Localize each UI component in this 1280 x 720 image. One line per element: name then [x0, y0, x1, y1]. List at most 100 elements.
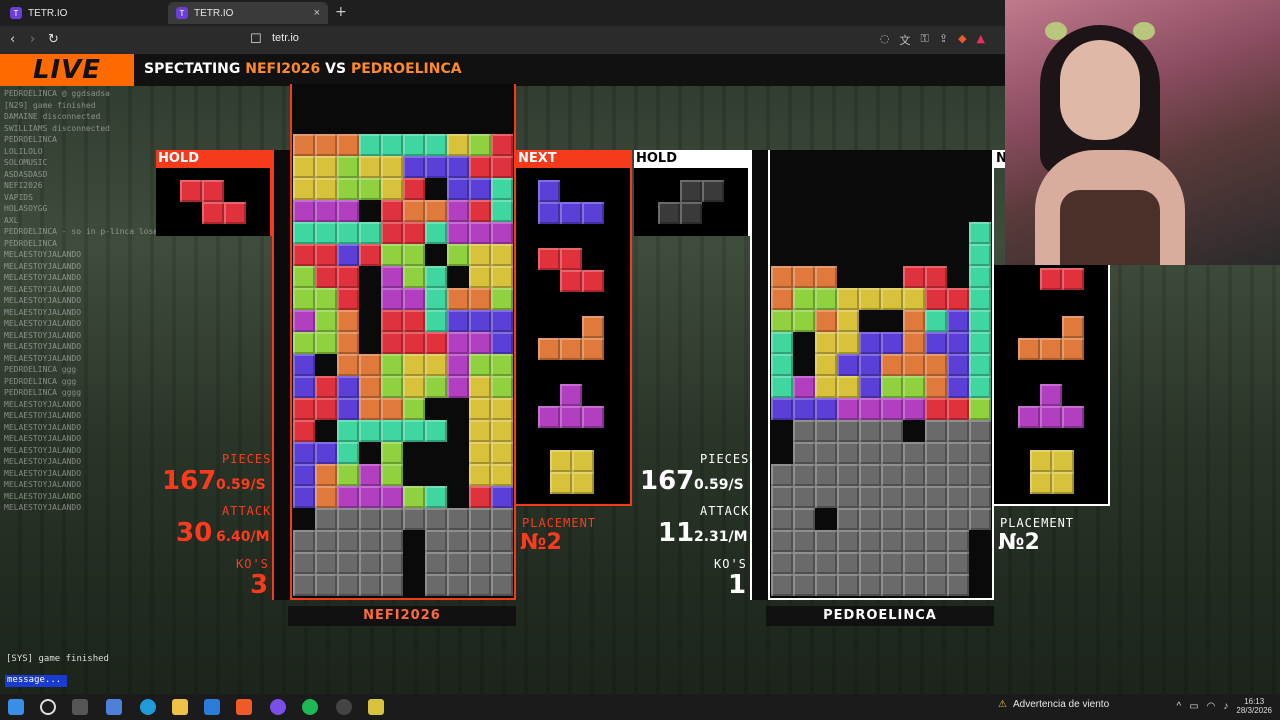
forward-icon[interactable]: › [30, 32, 35, 47]
board-cell [903, 332, 925, 354]
board-cell [315, 332, 337, 354]
board-cell [837, 354, 859, 376]
board-cell [293, 464, 315, 486]
weather-widget[interactable]: ⚠ Advertencia de viento [998, 699, 1109, 710]
board-cell [969, 200, 991, 222]
board-cell [771, 200, 793, 222]
board-cell [837, 244, 859, 266]
rewards-icon[interactable]: ▲ [977, 32, 985, 48]
board-cell [315, 376, 337, 398]
board-cell [337, 464, 359, 486]
board-cell [403, 552, 425, 574]
board-cell [969, 398, 991, 420]
board-cell [491, 288, 513, 310]
board-cell [447, 420, 469, 442]
piece-cell [1052, 472, 1074, 494]
board-cell [793, 398, 815, 420]
back-icon[interactable]: ‹ [10, 32, 15, 47]
board-cell [469, 464, 491, 486]
chat-input[interactable]: message... [5, 675, 67, 687]
board-cell [425, 398, 447, 420]
board-cell [491, 310, 513, 332]
key-icon[interactable]: ⚿ [920, 32, 928, 48]
board-cell [315, 486, 337, 508]
tab-tetrio-1[interactable]: T TETR.IO [2, 2, 162, 24]
board-cell [447, 398, 469, 420]
board-cell [447, 574, 469, 596]
task-view-icon[interactable] [72, 699, 88, 715]
board-cell [425, 420, 447, 442]
board-cell [793, 442, 815, 464]
board-cell [315, 574, 337, 596]
board-cell [381, 244, 403, 266]
board-cell [859, 420, 881, 442]
board-cell [293, 134, 315, 156]
board-cell [947, 244, 969, 266]
board-cell [771, 178, 793, 200]
piece-cell [702, 180, 724, 202]
live-badge: LIVE [0, 54, 134, 86]
wifi-icon[interactable]: ◠ [1207, 701, 1216, 712]
left-placement-label: PLACEMENT [522, 516, 597, 530]
translate-icon[interactable]: 文 [899, 32, 910, 48]
board-cell [793, 288, 815, 310]
board-cell [881, 464, 903, 486]
board-cell [947, 288, 969, 310]
board-cell [447, 178, 469, 200]
board-cell [881, 244, 903, 266]
board-cell [793, 178, 815, 200]
reload-icon[interactable]: ↻ [48, 32, 59, 47]
share-icon[interactable]: ⇪ [939, 32, 948, 48]
mail-icon[interactable] [204, 699, 220, 715]
chevron-up-icon[interactable]: ^ [1177, 701, 1182, 712]
new-tab-button[interactable]: + [335, 4, 347, 20]
discord-icon[interactable] [270, 699, 286, 715]
board-cell [925, 464, 947, 486]
windows-start-icon[interactable] [8, 699, 24, 715]
url-field[interactable]: tetr.io [272, 32, 299, 44]
board-cell [469, 552, 491, 574]
board-cell [359, 574, 381, 596]
board-cell [337, 486, 359, 508]
tetrio-favicon-icon: T [10, 7, 22, 19]
board-cell [969, 222, 991, 244]
board-cell [859, 486, 881, 508]
piece-cell [560, 270, 582, 292]
board-cell [491, 376, 513, 398]
battery-icon[interactable]: ▭ [1189, 701, 1198, 712]
board-cell [969, 244, 991, 266]
piece-cell [538, 406, 560, 428]
board-cell [425, 552, 447, 574]
bookmark-icon[interactable]: ☐ [250, 32, 262, 47]
right-pieces-rate: 0.59/S [694, 477, 744, 493]
board-cell [771, 530, 793, 552]
app-icon[interactable] [368, 699, 384, 715]
board-cell [815, 288, 837, 310]
edge-icon[interactable] [140, 699, 156, 715]
chat-line: PEDROELINCA gggg [4, 388, 82, 397]
board-cell [315, 508, 337, 530]
clock[interactable]: 16:13 28/3/2026 [1236, 697, 1272, 715]
spotify-icon[interactable] [302, 699, 318, 715]
chat-line: MELAESTOYJALANDO [4, 411, 82, 420]
board-cell [447, 200, 469, 222]
board-cell [403, 442, 425, 464]
file-explorer-icon[interactable] [172, 699, 188, 715]
board-cell [381, 134, 403, 156]
brave-icon[interactable] [236, 699, 252, 715]
tab-tetrio-2[interactable]: T TETR.IO × [168, 2, 328, 24]
tab-close-icon[interactable]: × [314, 7, 320, 19]
brave-shield-icon[interactable]: ◆ [958, 32, 966, 48]
volume-icon[interactable]: ♪ [1223, 701, 1228, 712]
board-cell [447, 134, 469, 156]
copilot-icon[interactable] [106, 699, 122, 715]
left-attack-rate: 6.40/M [216, 529, 270, 545]
mute-icon[interactable]: ◌ [880, 32, 890, 48]
board-cell [947, 332, 969, 354]
board-cell [793, 486, 815, 508]
board-cell [359, 486, 381, 508]
piece-cell [1030, 472, 1052, 494]
search-icon[interactable] [40, 699, 56, 715]
board-cell [469, 530, 491, 552]
obs-icon[interactable] [336, 699, 352, 715]
